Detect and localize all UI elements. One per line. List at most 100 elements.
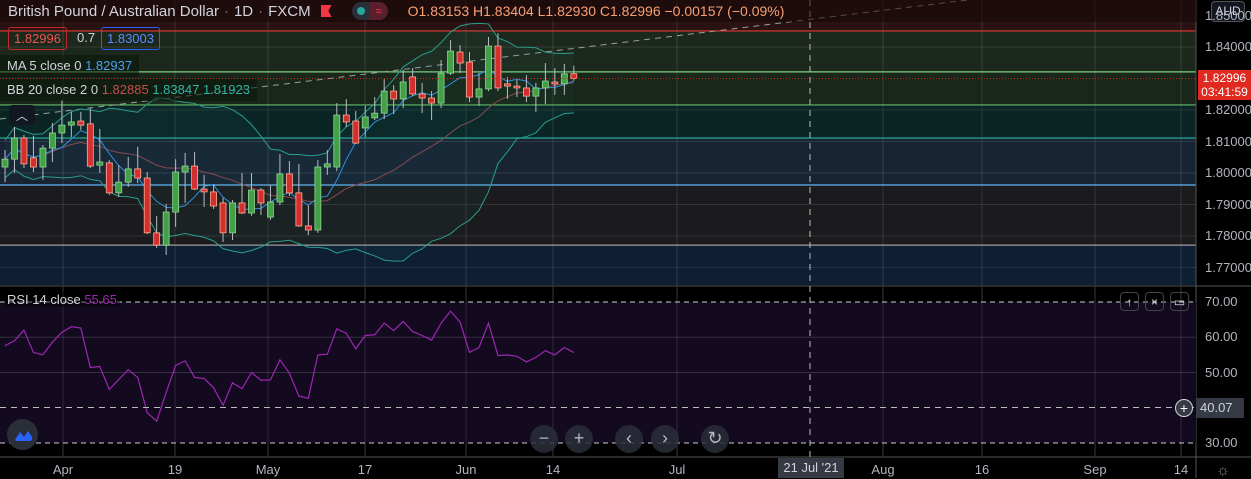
candle (494, 45, 502, 89)
time-tick: Apr (52, 462, 74, 477)
candle (191, 165, 199, 190)
candle (257, 189, 265, 204)
bb-legend[interactable]: BB 20 close 2 0 1.82885 1.83847 1.81923 (0, 79, 257, 101)
time-tick: 19 (167, 462, 183, 477)
collapse-legend-button[interactable]: ︿ (9, 105, 35, 125)
reset-chart-button[interactable]: ↻ (701, 425, 729, 453)
candle (105, 162, 113, 194)
candle (58, 124, 66, 134)
candle (276, 173, 284, 203)
interval-label[interactable]: 1D (234, 3, 253, 20)
candle (513, 85, 521, 89)
candle (399, 81, 407, 100)
zoom-in-button[interactable]: + (565, 425, 593, 453)
flag-icon[interactable] (320, 5, 332, 17)
time-tick: 17 (357, 462, 373, 477)
rsi-tick: 30.00 (1205, 435, 1238, 450)
candle (333, 114, 341, 168)
candle (371, 112, 379, 119)
bar-countdown: 03:41:59 (1201, 85, 1248, 99)
candle (1, 158, 9, 168)
rsi-tick: 50.00 (1205, 364, 1238, 380)
candle (380, 90, 388, 114)
spread-label: 0.7 (77, 30, 96, 45)
candle (143, 177, 151, 234)
scroll-right-button[interactable]: › (651, 425, 679, 453)
candle (30, 157, 37, 168)
candle (456, 51, 464, 64)
candle (200, 188, 208, 193)
candle (418, 93, 426, 99)
candle (295, 192, 303, 227)
candle (304, 225, 312, 231)
candle (523, 87, 530, 97)
ma-value: 1.82937 (85, 58, 133, 73)
price-tick: 1.78000 (1205, 228, 1251, 243)
candle (361, 116, 369, 129)
candle (248, 189, 255, 214)
candle (541, 80, 549, 89)
candle (352, 120, 360, 144)
current-price-label: 1.82996 03:41:59 (1198, 70, 1251, 100)
separator: · (258, 2, 264, 20)
candle (475, 88, 483, 98)
source-label: FXCM (268, 2, 311, 20)
crosshair-value-label: 40.07 (1196, 398, 1244, 418)
candle (115, 181, 123, 194)
crosshair-date-label: 21 Jul '21 (778, 458, 844, 478)
maximize-pane-button[interactable]: ▭ (1170, 292, 1189, 311)
candle (447, 50, 454, 74)
candle (49, 132, 56, 149)
time-tick: Jun (455, 462, 477, 477)
candle (134, 168, 142, 179)
candle (437, 72, 445, 104)
candle (86, 123, 94, 167)
move-pane-up-button[interactable]: ↑ (1120, 292, 1139, 311)
candle (285, 173, 293, 194)
candle (172, 171, 180, 213)
rsi-value: 55.65 (84, 292, 117, 307)
candle (504, 83, 511, 87)
candle (390, 90, 398, 100)
ma-label: MA 5 close 0 (7, 58, 82, 73)
candle (532, 87, 540, 97)
level-zone (0, 267, 1196, 285)
time-tick: 14 (545, 462, 561, 477)
rsi-legend[interactable]: RSI 14 close 55.65 (4, 292, 120, 307)
bb-lower-value: 1.81923 (202, 82, 250, 97)
candle (323, 163, 331, 168)
market-status-toggle[interactable]: ≈ (351, 2, 388, 20)
symbol-title[interactable]: British Pound / Australian Dollar (8, 3, 219, 20)
zoom-out-button[interactable]: − (530, 425, 558, 453)
time-tick: Sep (1083, 462, 1107, 477)
scroll-left-button[interactable]: ‹ (615, 425, 643, 453)
rsi-label: RSI 14 close (7, 292, 81, 307)
candle (162, 211, 170, 246)
candle (342, 114, 350, 123)
price-tick: 1.77000 (1205, 259, 1251, 275)
candle (96, 161, 104, 166)
candle (20, 137, 28, 165)
candle (11, 137, 18, 160)
candle (314, 166, 322, 231)
price-tick: 1.79000 (1205, 196, 1251, 212)
time-tick: 14 (1173, 462, 1189, 477)
ohlc-values: O1.83153 H1.83404 L1.82930 C1.82996 −0.0… (407, 3, 785, 19)
wave-icon: ≈ (369, 2, 388, 20)
close-pane-button[interactable]: × (1145, 292, 1164, 311)
ma-legend[interactable]: MA 5 close 0 1.82937 (0, 55, 140, 77)
market-open-icon (352, 7, 370, 15)
time-tick: Aug (871, 462, 895, 477)
add-alert-plus-icon[interactable]: + (1175, 399, 1193, 417)
sell-button[interactable]: 1.82996 (8, 27, 67, 50)
settings-gear-icon[interactable]: ☼ (1216, 462, 1230, 479)
candle (181, 165, 189, 173)
candle (229, 202, 236, 234)
rsi-tick: 70.00 (1205, 294, 1238, 309)
candle (267, 201, 274, 218)
buy-button[interactable]: 1.83003 (101, 27, 160, 50)
price-tick: 1.84000 (1205, 39, 1251, 54)
tradingview-logo-icon[interactable] (7, 419, 38, 450)
chart-canvas[interactable] (0, 0, 1251, 478)
candle (67, 121, 75, 126)
